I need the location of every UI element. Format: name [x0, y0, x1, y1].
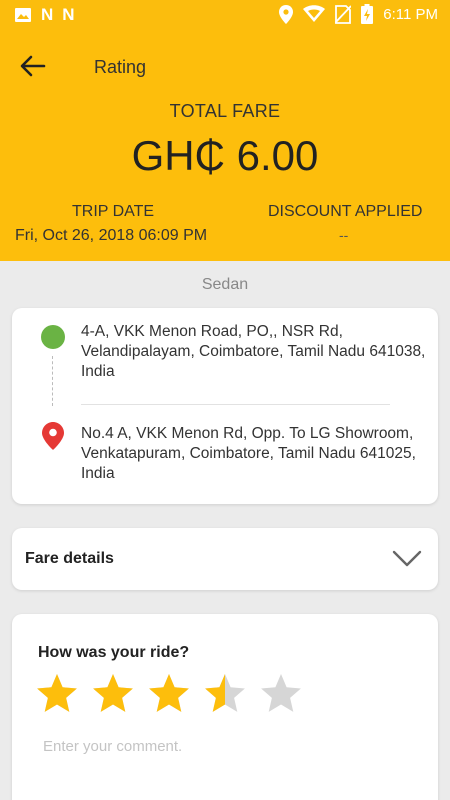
n-icon: N: [62, 5, 75, 24]
discount-value: --: [339, 227, 349, 243]
no-sim-icon: [335, 4, 352, 24]
battery-charging-icon: [361, 4, 374, 24]
pickup-address: 4-A, VKK Menon Road, PO,, NSR Rd, Veland…: [81, 323, 426, 380]
star-icon[interactable]: [148, 672, 190, 714]
fare-details-label: Fare details: [25, 550, 114, 567]
trip-date-label: TRIP DATE: [72, 203, 155, 220]
route-connector: [52, 356, 53, 406]
back-arrow-icon[interactable]: [18, 54, 48, 78]
star-rating[interactable]: [36, 672, 302, 714]
route-card: 4-A, VKK Menon Road, PO,, NSR Rd, Veland…: [12, 308, 438, 504]
total-fare-label: TOTAL FARE: [169, 101, 281, 121]
star-icon[interactable]: [36, 672, 78, 714]
trip-date-value: Fri, Oct 26, 2018 06:09 PM: [15, 227, 208, 244]
comment-input[interactable]: Enter your comment.: [43, 738, 182, 755]
star-icon[interactable]: [204, 672, 246, 714]
wifi-icon: [303, 5, 326, 22]
image-icon: [15, 8, 31, 22]
ride-question: How was your ride?: [38, 644, 190, 661]
n-icon: N: [41, 5, 54, 24]
fare-details-toggle[interactable]: Fare details: [12, 528, 438, 590]
page-title: Rating: [94, 57, 147, 77]
status-bar: N N 6:11 PM: [0, 0, 450, 30]
chevron-down-icon[interactable]: [392, 550, 422, 568]
discount-label: DISCOUNT APPLIED: [268, 203, 423, 220]
total-fare-amount: GH₵ 6.00: [131, 132, 319, 179]
pickup-dot-icon: [41, 325, 65, 349]
status-time: 6:11 PM: [383, 5, 438, 23]
location-icon: [279, 4, 294, 24]
star-icon[interactable]: [260, 672, 302, 714]
rating-card: How was your ride? Enter your comment.: [12, 614, 438, 800]
star-icon[interactable]: [92, 672, 134, 714]
fare-header: Rating TOTAL FARE GH₵ 6.00 TRIP DATE Fri…: [0, 30, 450, 261]
vehicle-type: Sedan: [201, 276, 249, 293]
drop-address: No.4 A, VKK Menon Rd, Opp. To LG Showroo…: [81, 425, 416, 482]
address-divider: [81, 404, 390, 405]
drop-location-pin-icon: [42, 422, 64, 450]
